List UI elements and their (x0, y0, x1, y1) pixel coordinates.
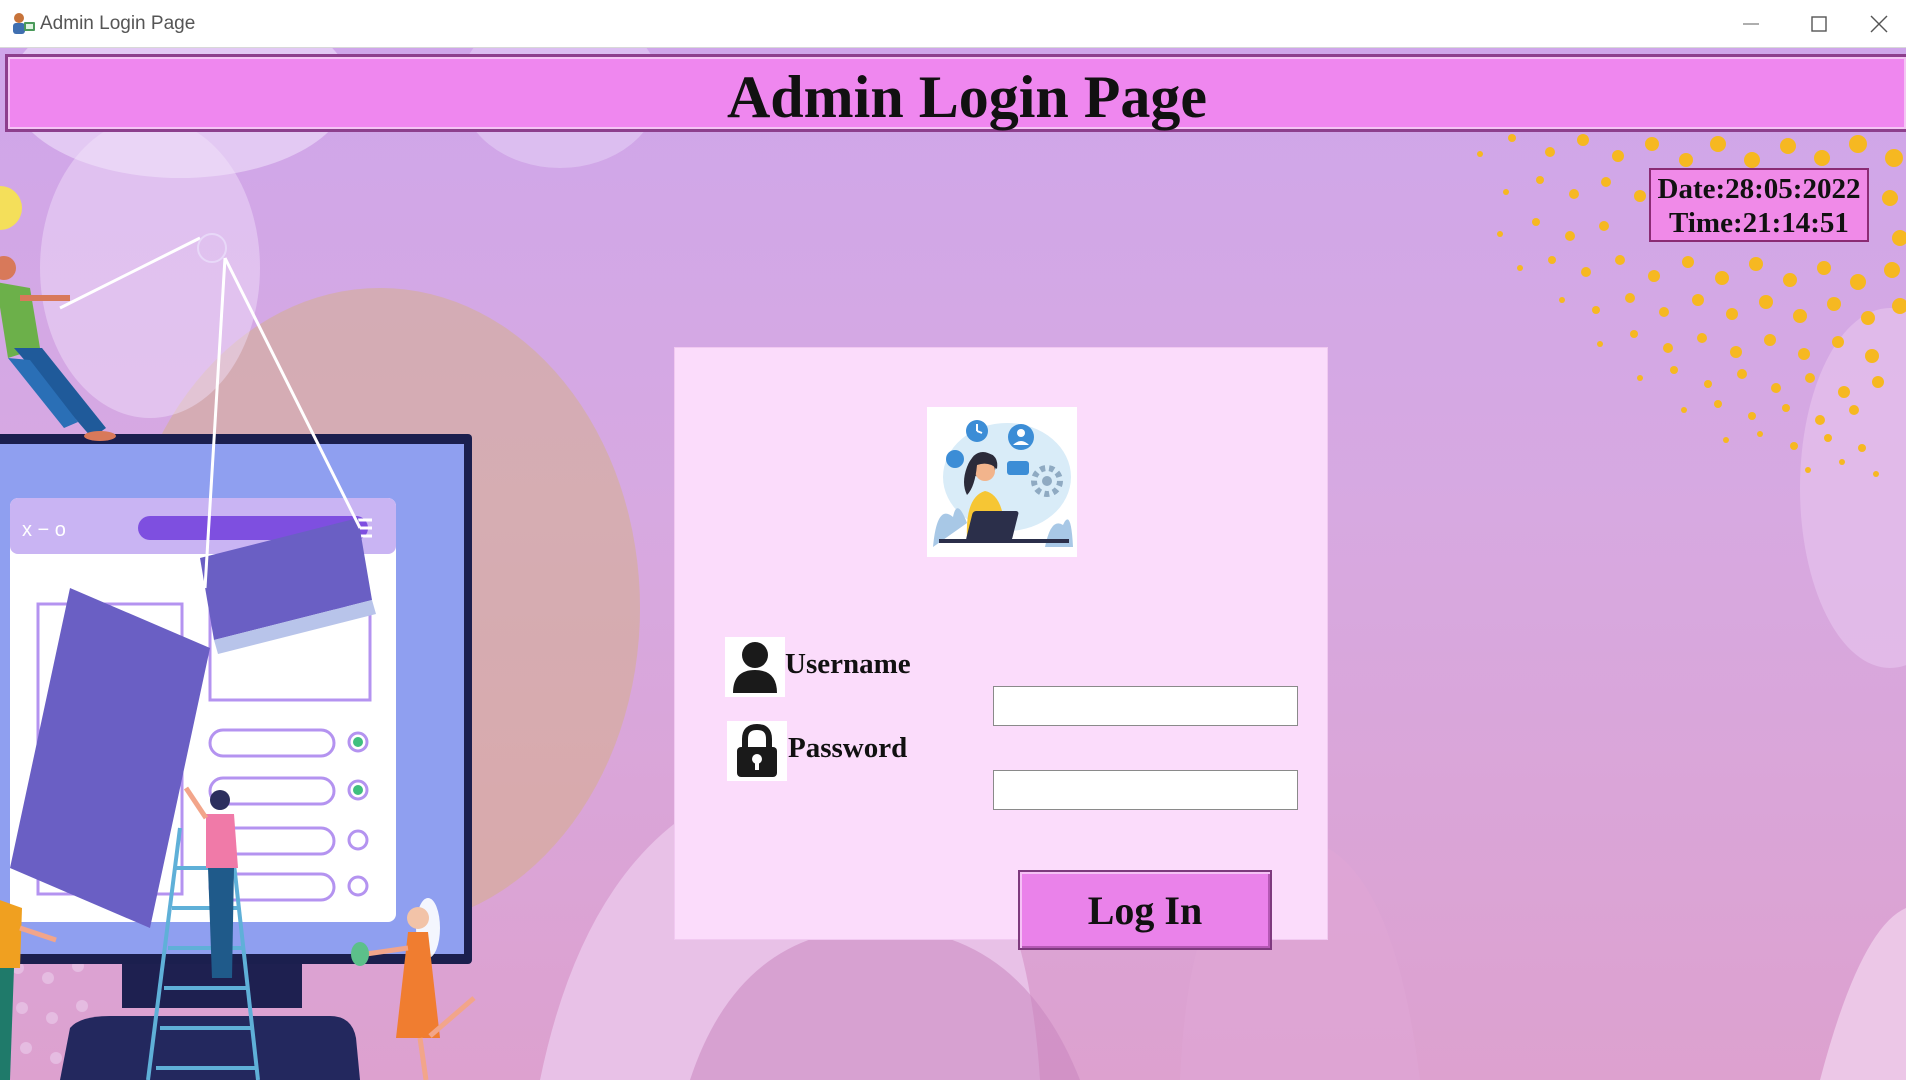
username-input[interactable] (993, 686, 1298, 726)
user-icon (725, 637, 785, 697)
close-icon (1870, 15, 1888, 33)
lock-icon (727, 721, 787, 781)
close-button[interactable] (1854, 0, 1906, 48)
page-title: Admin Login Page (726, 64, 1208, 130)
password-input[interactable] (993, 770, 1298, 810)
datetime-display: Date:28:05:2022 Time:21:14:51 (1649, 168, 1869, 242)
password-label: Password (788, 732, 908, 764)
maximize-icon (1811, 16, 1827, 32)
svg-text:x − o: x − o (22, 519, 66, 541)
support-agent-illustration (927, 407, 1077, 557)
maximize-button[interactable] (1786, 0, 1852, 48)
login-button[interactable]: Log In (1018, 870, 1272, 950)
date-label: Date:28:05:2022 (1657, 173, 1861, 205)
window-title-bar: Admin Login Page (0, 0, 1906, 48)
app-window-content: x − o Admin Login Page Date:28:05:2022 T… (0, 48, 1906, 1080)
admin-app-icon (10, 12, 36, 36)
login-panel: Username Password Log In (674, 347, 1328, 950)
window-title: Admin Login Page (40, 13, 196, 34)
time-label: Time:21:14:51 (1669, 207, 1849, 239)
minimize-icon (1743, 23, 1759, 25)
header-banner: Admin Login Page (5, 54, 1906, 132)
username-label: Username (785, 648, 911, 680)
minimize-button[interactable] (1718, 0, 1784, 48)
